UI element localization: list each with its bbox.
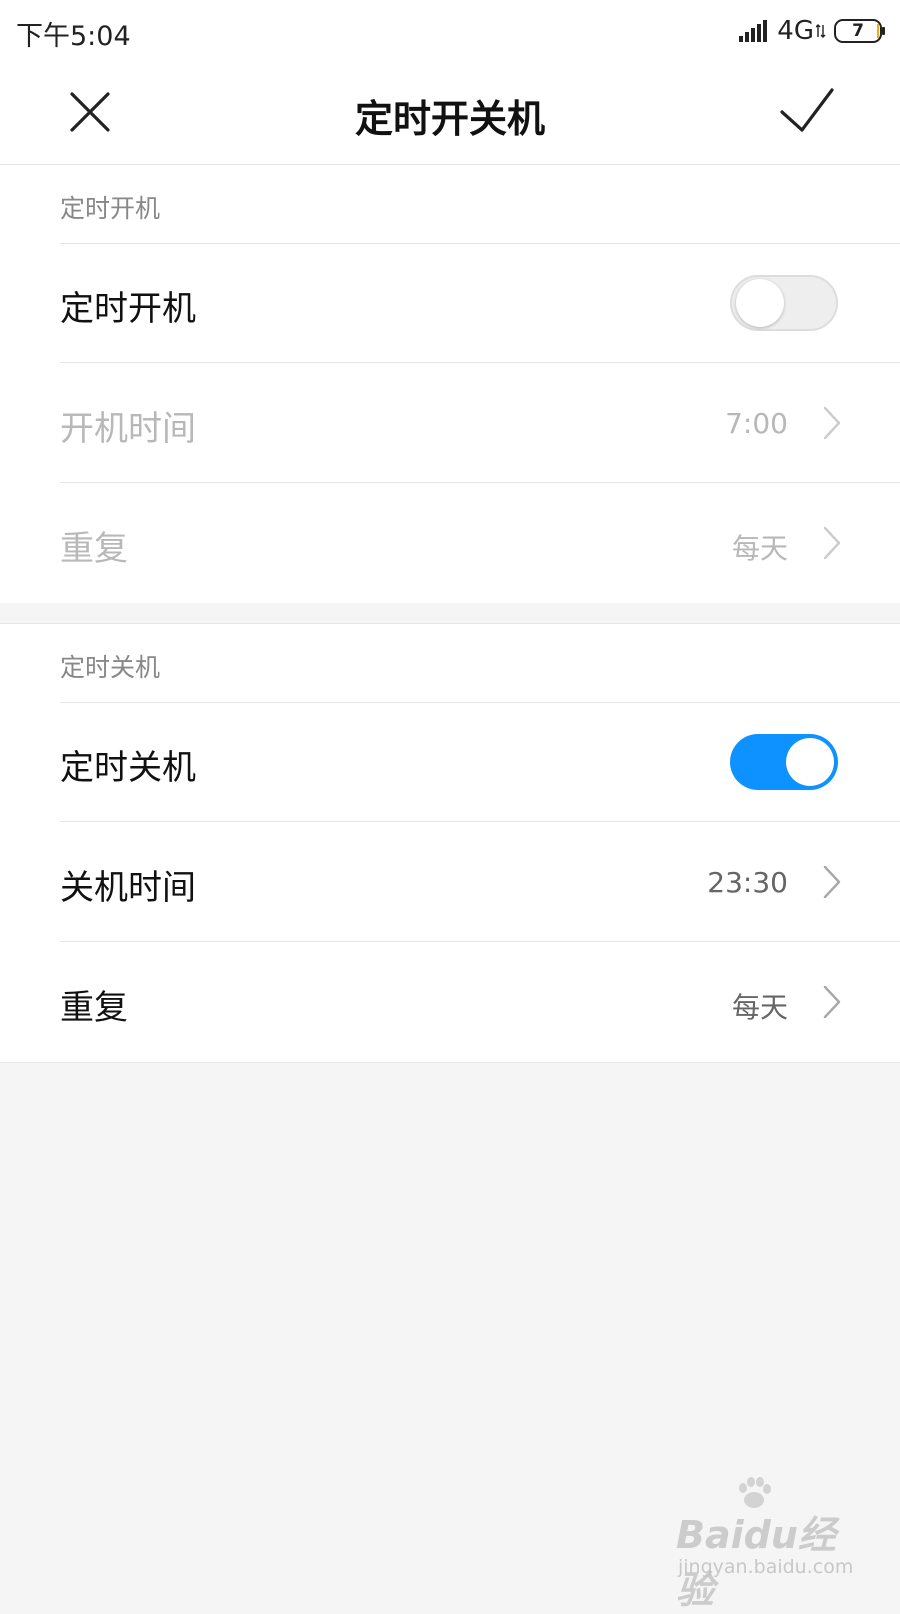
status-bar: 下午5:04 4G 7 (0, 0, 900, 62)
power-on-toggle[interactable] (730, 275, 838, 331)
confirm-button[interactable] (776, 82, 840, 146)
power-on-time-value: 7:00 (725, 407, 788, 440)
power-off-repeat-value: 每天 (731, 991, 788, 1024)
row-label: 关机时间 (60, 868, 196, 908)
row-label: 重复 (60, 988, 128, 1028)
status-time: 下午5:04 (16, 21, 131, 52)
power-on-repeat-value: 每天 (731, 532, 788, 565)
row-label: 开机时间 (60, 409, 196, 449)
network-type: 4G (777, 16, 814, 46)
chevron-right-icon (823, 526, 841, 560)
row-label: 定时开机 (60, 289, 196, 329)
title-bar: 定时开关机 (0, 62, 900, 165)
toggle-knob (786, 738, 834, 786)
watermark-url: jingyan.baidu.com (678, 1556, 854, 1578)
power-on-repeat-row[interactable]: 重复 每天 (60, 483, 900, 602)
baidu-watermark: Baidu经验 jingyan.baidu.com (676, 1474, 856, 1612)
chevron-right-icon (823, 865, 841, 899)
section-header-power-on: 定时开机 (60, 165, 900, 244)
signal-strength-icon (739, 20, 768, 42)
toggle-knob (736, 279, 784, 327)
power-on-section: 定时开机 定时开机 开机时间 7:00 重复 每天 (0, 165, 900, 603)
power-off-time-value: 23:30 (707, 866, 788, 899)
checkmark-icon (780, 88, 834, 132)
power-off-toggle-row[interactable]: 定时关机 (60, 702, 900, 822)
data-transfer-icon (816, 24, 826, 38)
chevron-right-icon (823, 406, 841, 440)
section-title: 定时关机 (60, 653, 161, 682)
power-off-repeat-row[interactable]: 重复 每天 (60, 942, 900, 1061)
battery-icon: 7 (834, 19, 886, 43)
status-indicators: 4G 7 (739, 16, 886, 46)
power-off-toggle[interactable] (730, 734, 838, 790)
power-off-section: 定时关机 定时关机 关机时间 23:30 重复 每天 (0, 623, 900, 1063)
section-header-power-off: 定时关机 (60, 624, 900, 703)
power-on-time-row[interactable]: 开机时间 7:00 (60, 363, 900, 483)
power-off-time-row[interactable]: 关机时间 23:30 (60, 822, 900, 942)
battery-level: 7 (852, 21, 864, 41)
page-title: 定时开关机 (354, 97, 545, 141)
row-label: 定时关机 (60, 748, 196, 788)
row-label: 重复 (60, 529, 128, 569)
chevron-right-icon (823, 985, 841, 1019)
section-title: 定时开机 (60, 194, 161, 223)
power-on-toggle-row[interactable]: 定时开机 (60, 243, 900, 363)
